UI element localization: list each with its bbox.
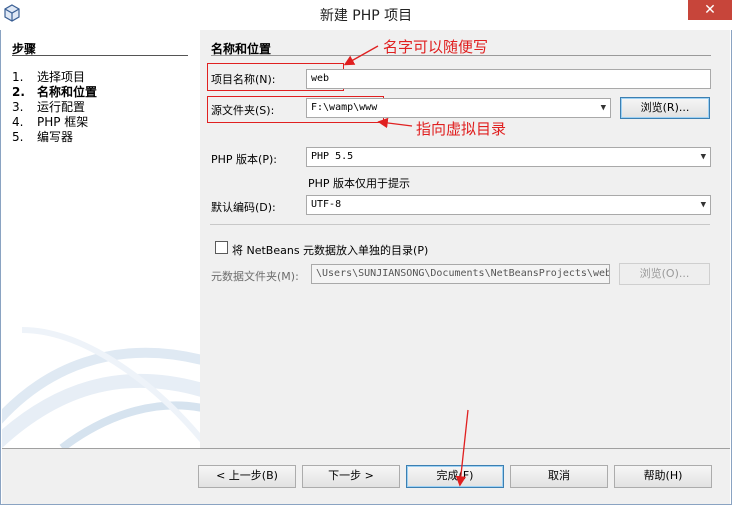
annotation-arrow-folder [377,117,413,129]
annotation-folder-note: 指向虚拟目录 [416,120,507,138]
annotation-arrows [343,45,469,487]
annotation-arrow-name [343,45,379,66]
annotation-name-note: 名字可以随便写 [383,38,489,56]
annotation-arrow-finish [455,409,469,487]
